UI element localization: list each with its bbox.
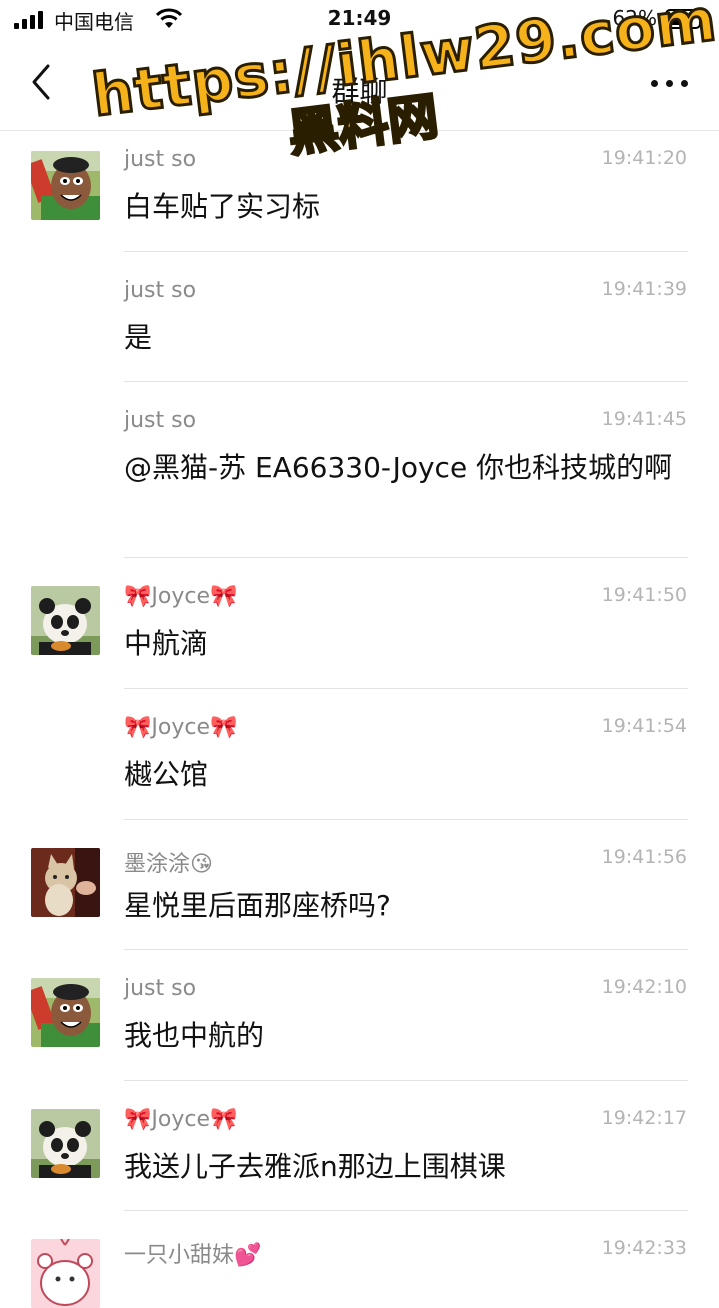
sender-name[interactable]: 墨涂涂😘 — [124, 846, 213, 878]
message-time: 19:41:54 — [601, 715, 687, 737]
cartoon-man-avatar[interactable] — [31, 151, 100, 220]
list-item[interactable]: 🎀Joyce🎀 19:42:17 我送儿子去雅派n那边上围棋课 — [0, 1081, 719, 1211]
cartoon-man-avatar[interactable] — [31, 978, 100, 1047]
nav-bar: 群聊 — [0, 40, 719, 131]
list-item[interactable]: 🎀Joyce🎀 19:41:54 樾公馆 — [0, 689, 719, 820]
sender-name[interactable]: just so — [124, 408, 196, 433]
message-time: 19:41:56 — [601, 846, 687, 868]
list-item[interactable]: 一只小甜妹💕 19:42:33 — [0, 1211, 719, 1308]
message-text: 白车贴了实习标 — [124, 190, 321, 223]
message-time: 19:41:39 — [601, 278, 687, 300]
message-time: 19:42:10 — [601, 976, 687, 998]
sender-name[interactable]: 🎀Joyce🎀 — [124, 715, 237, 740]
panda-avatar[interactable] — [31, 586, 100, 655]
message-text: 樾公馆 — [124, 758, 209, 791]
list-item[interactable]: just so 19:42:10 我也中航的 — [0, 950, 719, 1081]
message-text: 星悦里后面那座桥吗? — [124, 889, 391, 922]
message-text: 我也中航的 — [124, 1019, 265, 1052]
list-item[interactable]: just so 19:41:39 是 — [0, 252, 719, 382]
sender-name[interactable]: just so — [124, 278, 196, 303]
message-text: 我送儿子去雅派n那边上围棋课 — [124, 1150, 506, 1183]
sender-name[interactable]: just so — [124, 976, 196, 1001]
panda-avatar[interactable] — [31, 1109, 100, 1178]
sender-name[interactable]: 一只小甜妹💕 — [124, 1237, 261, 1269]
message-time: 19:42:33 — [601, 1237, 687, 1259]
pink-cartoon-avatar[interactable] — [31, 1239, 100, 1308]
list-item[interactable]: 墨涂涂😘 19:41:56 星悦里后面那座桥吗? — [0, 820, 719, 950]
message-text: 是 — [124, 321, 153, 354]
status-clock: 21:49 — [327, 6, 392, 30]
page-title: 群聊 — [331, 75, 388, 108]
battery-icon — [665, 9, 704, 29]
message-time: 19:41:45 — [601, 408, 687, 430]
message-text: 中航滴 — [124, 627, 209, 660]
message-time: 19:41:50 — [601, 584, 687, 606]
message-list[interactable]: just so 19:41:20 白车贴了实习标 just so 19:41:3… — [0, 131, 719, 1308]
battery-percent: 62% — [612, 6, 657, 30]
message-time: 19:42:17 — [601, 1107, 687, 1129]
sender-name[interactable]: 🎀Joyce🎀 — [124, 1107, 237, 1132]
sender-name[interactable]: just so — [124, 147, 196, 172]
more-dots-icon[interactable] — [651, 76, 691, 90]
list-item[interactable]: 🎀Joyce🎀 19:41:50 中航滴 — [0, 558, 719, 689]
message-text: @黑猫-苏 EA66330-Joyce 你也科技城的啊 — [124, 451, 673, 484]
status-bar: 中国电信 21:49 62% — [0, 0, 719, 40]
cat-avatar[interactable] — [31, 848, 100, 917]
list-item[interactable]: just so 19:41:20 白车贴了实习标 — [0, 131, 719, 252]
sender-name[interactable]: 🎀Joyce🎀 — [124, 584, 237, 609]
list-item[interactable]: just so 19:41:45 @黑猫-苏 EA66330-Joyce 你也科… — [0, 382, 719, 558]
message-time: 19:41:20 — [601, 147, 687, 169]
